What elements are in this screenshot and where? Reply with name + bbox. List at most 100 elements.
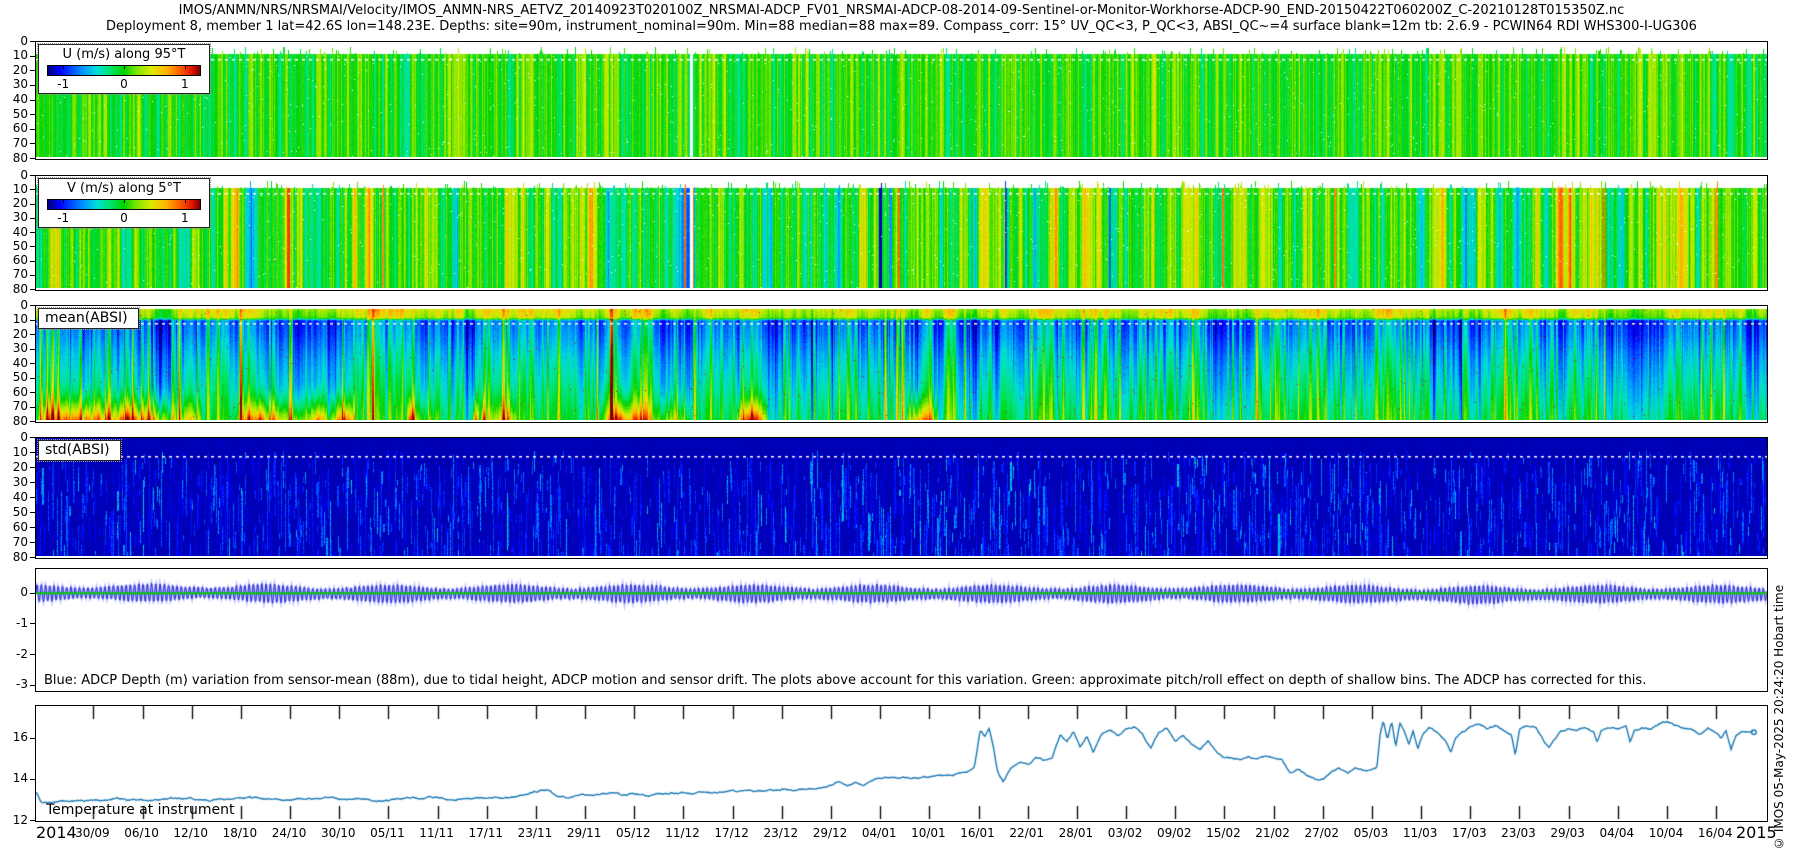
y-tick-label: 70 (0, 268, 28, 281)
colorbar-tick (124, 199, 125, 203)
y-tick-label: 0 (0, 169, 28, 182)
y-tick-mark (30, 421, 35, 422)
x-tick-label: 05/03 (1344, 826, 1398, 840)
y-tick-mark (30, 349, 35, 350)
y-tick-label: 14 (0, 772, 28, 785)
depth-variation-annotation: Blue: ADCP Depth (m) variation from sens… (44, 673, 1646, 688)
colorbar-label: -1 (57, 211, 69, 225)
y-tick-label: 0 (0, 299, 28, 312)
y-tick-label: 60 (0, 122, 28, 135)
depth-variation-plot (36, 569, 1767, 689)
y-tick-mark (30, 143, 35, 144)
y-tick-label: 0 (0, 586, 28, 599)
colorbar-label: 0 (120, 211, 128, 225)
y-tick-mark (30, 189, 35, 190)
x-tick-label: 17/03 (1442, 826, 1496, 840)
y-tick-mark (30, 129, 35, 130)
y-tick-mark (30, 232, 35, 233)
colorbar-label: 0 (120, 77, 128, 91)
x-tick-label: 10/04 (1639, 826, 1693, 840)
y-tick-label: 80 (0, 415, 28, 428)
x-tick-label: 17/11 (459, 826, 513, 840)
y-tick-mark (30, 158, 35, 159)
y-tick-label: 80 (0, 152, 28, 165)
y-tick-label: 10 (0, 49, 28, 62)
colorbar-tick (63, 65, 64, 69)
y-tick-mark (30, 289, 35, 290)
y-tick-mark (30, 452, 35, 453)
y-tick-label: 70 (0, 137, 28, 150)
u-velocity-legend: U (m/s) along 95°T -1 0 1 (38, 44, 210, 94)
y-tick-label: 40 (0, 226, 28, 239)
x-tick-label: 29/11 (557, 826, 611, 840)
std-absi-heatmap (36, 438, 1767, 556)
y-tick-label: 0 (0, 431, 28, 444)
y-tick-mark (30, 623, 35, 624)
y-tick-label: 40 (0, 357, 28, 370)
panel-depth-variation: Blue: ADCP Depth (m) variation from sens… (35, 568, 1768, 692)
y-tick-mark (30, 275, 35, 276)
y-tick-mark (30, 512, 35, 513)
y-tick-mark (30, 100, 35, 101)
y-tick-label: 30 (0, 476, 28, 489)
temperature-plot (36, 706, 1767, 819)
colorbar-label: -1 (57, 77, 69, 91)
y-tick-mark (30, 246, 35, 247)
y-tick-mark (30, 557, 35, 558)
y-tick-label: 50 (0, 240, 28, 253)
x-tick-label: 18/10 (213, 826, 267, 840)
y-tick-label: 10 (0, 446, 28, 459)
y-tick-mark (30, 467, 35, 468)
y-tick-mark (30, 392, 35, 393)
figure-title-filename: IMOS/ANMN/NRS/NRSMAI/Velocity/IMOS_ANMN-… (35, 3, 1768, 18)
y-tick-label: 50 (0, 371, 28, 384)
y-tick-mark (30, 218, 35, 219)
x-tick-label: 30/10 (311, 826, 365, 840)
y-tick-mark (30, 654, 35, 655)
std-absi-label: std(ABSI) (38, 440, 121, 461)
y-tick-mark (30, 497, 35, 498)
y-tick-mark (30, 41, 35, 42)
y-tick-label: 70 (0, 400, 28, 413)
y-tick-label: 20 (0, 461, 28, 474)
y-tick-mark (30, 70, 35, 71)
y-tick-label: 40 (0, 93, 28, 106)
x-tick-label: 04/04 (1590, 826, 1644, 840)
x-tick-label: 09/02 (1147, 826, 1201, 840)
colorbar-tick (185, 199, 186, 203)
y-tick-mark (30, 261, 35, 262)
y-tick-label: 20 (0, 197, 28, 210)
y-tick-mark (30, 363, 35, 364)
x-tick-label: 11/11 (410, 826, 464, 840)
u-colorbar (47, 65, 201, 76)
y-tick-mark (30, 334, 35, 335)
x-tick-label: 05/12 (606, 826, 660, 840)
y-tick-label: -2 (0, 648, 28, 661)
y-tick-label: 30 (0, 342, 28, 355)
temperature-label: Temperature at instrument (46, 802, 234, 818)
mean-absi-heatmap (36, 306, 1767, 420)
v-legend-title: V (m/s) along 5°T (39, 181, 209, 197)
x-tick-label: 10/01 (901, 826, 955, 840)
colorbar-tick (124, 65, 125, 69)
adcp-figure: IMOS/ANMN/NRS/NRSMAI/Velocity/IMOS_ANMN-… (0, 0, 1800, 850)
copyright-vertical-text: © IMOS 05-May-2025 20:24:20 Hobart time (1772, 392, 1786, 850)
y-tick-mark (30, 407, 35, 408)
figure-title-deployment: Deployment 8, member 1 lat=42.6S lon=148… (35, 19, 1768, 34)
y-tick-label: 16 (0, 731, 28, 744)
x-tick-label: 06/10 (115, 826, 169, 840)
y-tick-label: -3 (0, 678, 28, 691)
x-tick-label: 12/10 (164, 826, 218, 840)
x-tick-label: 23/11 (508, 826, 562, 840)
x-tick-label: 05/11 (360, 826, 414, 840)
y-tick-mark (30, 820, 35, 821)
y-tick-mark (30, 378, 35, 379)
x-tick-label: 11/12 (655, 826, 709, 840)
x-tick-label: 27/02 (1295, 826, 1349, 840)
y-tick-label: 80 (0, 283, 28, 296)
y-tick-label: 50 (0, 108, 28, 121)
y-tick-mark (30, 738, 35, 739)
x-tick-label: 11/03 (1393, 826, 1447, 840)
x-tick-label: 23/03 (1491, 826, 1545, 840)
u-velocity-heatmap (36, 42, 1767, 157)
